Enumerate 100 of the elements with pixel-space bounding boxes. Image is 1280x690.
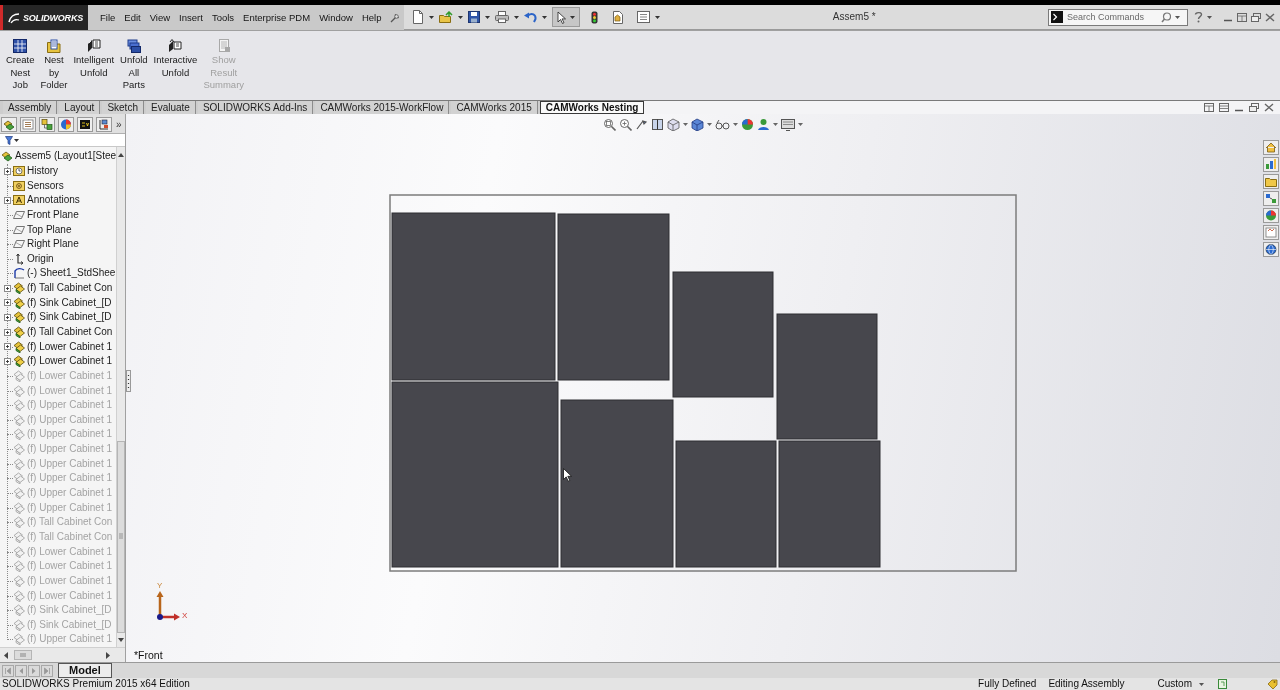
scroll-left-arrow-icon[interactable] bbox=[3, 651, 8, 659]
menu-item[interactable]: Tools bbox=[211, 11, 235, 24]
glasses-icon[interactable] bbox=[715, 118, 730, 131]
shaded-cube-icon[interactable] bbox=[691, 118, 704, 131]
tab[interactable]: CAMWorks Nesting bbox=[539, 101, 645, 114]
caret-icon[interactable] bbox=[1175, 15, 1180, 19]
pushpin-icon[interactable] bbox=[390, 12, 401, 23]
grid-sheet-icon[interactable] bbox=[13, 39, 28, 53]
tree-item-label[interactable]: (f) Tall Cabinet Con bbox=[27, 282, 113, 295]
caret-icon[interactable] bbox=[429, 15, 435, 19]
menu-item[interactable]: View bbox=[149, 11, 171, 24]
chart-window-icon[interactable] bbox=[1263, 225, 1279, 240]
unfold-icon[interactable] bbox=[86, 39, 101, 53]
tab[interactable]: CAMWorks 2015 bbox=[451, 101, 538, 114]
restore-icon[interactable] bbox=[1251, 12, 1261, 22]
tree-item-label[interactable]: Origin bbox=[27, 252, 54, 265]
pie-chart-icon[interactable] bbox=[58, 117, 74, 132]
pointer-icon[interactable] bbox=[557, 10, 567, 24]
close-icon[interactable] bbox=[1264, 103, 1274, 112]
tree-item-label[interactable]: (f) Sink Cabinet_[D bbox=[27, 311, 112, 324]
folder-icon[interactable] bbox=[1263, 174, 1279, 189]
zoom-in-icon[interactable] bbox=[619, 118, 632, 131]
bar-chart-icon[interactable] bbox=[1263, 157, 1279, 172]
pie-chart-icon[interactable] bbox=[741, 118, 754, 131]
tab[interactable]: Model bbox=[58, 663, 112, 678]
menu-item[interactable]: File bbox=[100, 11, 116, 24]
menu-item[interactable]: Enterprise PDM bbox=[243, 11, 311, 24]
wireframe-cube-icon[interactable] bbox=[667, 118, 680, 131]
caret-icon[interactable] bbox=[14, 138, 19, 142]
graphics-viewport[interactable]: Y X *Front bbox=[126, 114, 1280, 662]
tree-item-label[interactable]: Assem5 (Layout1[Stee bbox=[15, 150, 116, 163]
caret-icon[interactable] bbox=[514, 15, 520, 19]
tab[interactable]: CAMWorks 2015-WorkFlow bbox=[315, 101, 450, 114]
tab[interactable]: Evaluate bbox=[145, 101, 196, 114]
help-icon[interactable] bbox=[1194, 11, 1203, 23]
expand-icon[interactable] bbox=[4, 328, 11, 336]
search-icon[interactable] bbox=[1161, 11, 1171, 23]
scrollbar-thumb[interactable] bbox=[14, 650, 32, 660]
caret-icon[interactable] bbox=[655, 15, 661, 19]
folder-arrow-icon[interactable] bbox=[439, 11, 454, 23]
tile-windows-icon[interactable] bbox=[1219, 103, 1229, 112]
globe-icon[interactable] bbox=[1263, 242, 1279, 257]
close-icon[interactable] bbox=[1265, 12, 1275, 22]
scroll-right-arrow-icon[interactable] bbox=[106, 651, 111, 659]
tile-windows-icon[interactable] bbox=[1204, 103, 1214, 112]
tile-windows-icon[interactable] bbox=[1237, 12, 1247, 22]
blank-page-icon[interactable] bbox=[412, 10, 425, 24]
tree-blocks-icon[interactable] bbox=[96, 117, 112, 132]
tree-item-label[interactable]: (f) Lower Cabinet 1 bbox=[27, 355, 113, 368]
window-list-icon[interactable] bbox=[637, 11, 651, 23]
tree-item-label[interactable]: Annotations bbox=[27, 194, 80, 207]
tree-item-label[interactable]: Top Plane bbox=[27, 223, 72, 236]
caret-icon[interactable] bbox=[1199, 682, 1204, 686]
horizontal-scrollbar[interactable] bbox=[0, 647, 125, 662]
tree-item-label[interactable]: (f) Tall Cabinet Con bbox=[27, 326, 113, 338]
pen-arrow-icon[interactable] bbox=[635, 118, 648, 131]
scrollbar-thumb[interactable] bbox=[117, 441, 125, 633]
split-panel-icon[interactable] bbox=[651, 118, 664, 131]
caret-icon[interactable] bbox=[570, 15, 576, 19]
units-dropdown[interactable]: Custom bbox=[1157, 678, 1204, 690]
select-button[interactable] bbox=[552, 7, 581, 27]
tab[interactable]: Assembly bbox=[3, 101, 58, 114]
ribbon-button[interactable]: Unfold All Parts bbox=[117, 39, 151, 92]
caret-icon[interactable] bbox=[1207, 15, 1212, 19]
tree-item-label[interactable]: (f) Lower Cabinet 1 bbox=[27, 340, 113, 353]
unfold-arrow-icon[interactable] bbox=[168, 39, 183, 53]
tree-item-label[interactable]: Right Plane bbox=[27, 238, 79, 251]
ribbon-button[interactable]: Interactive Unfold bbox=[150, 39, 201, 79]
expand-icon[interactable] bbox=[4, 196, 11, 204]
person-icon[interactable] bbox=[757, 118, 770, 131]
monitor-icon[interactable] bbox=[781, 118, 795, 131]
caret-icon[interactable] bbox=[458, 15, 464, 19]
undo-arrow-icon[interactable] bbox=[524, 11, 538, 23]
tree-item-label[interactable]: Front Plane bbox=[27, 208, 79, 221]
vertical-scrollbar[interactable] bbox=[116, 147, 125, 647]
linked-squares-icon[interactable] bbox=[39, 117, 55, 132]
tree-item-label[interactable]: (f) Sink Cabinet_[D bbox=[27, 296, 112, 309]
more-tabs-button[interactable]: » bbox=[116, 119, 122, 132]
tree-item-label[interactable]: History bbox=[27, 164, 59, 177]
ribbon-button[interactable]: Nest by Folder bbox=[37, 39, 71, 92]
expand-icon[interactable] bbox=[4, 343, 11, 351]
stacked-sheets-icon[interactable] bbox=[126, 39, 141, 53]
zoom-fit-icon[interactable] bbox=[603, 118, 616, 131]
tab[interactable]: Layout bbox=[59, 101, 101, 114]
assembly-tree-icon[interactable] bbox=[1, 117, 17, 132]
home-icon[interactable] bbox=[1263, 140, 1279, 155]
restore-icon[interactable] bbox=[1249, 103, 1259, 112]
tag-icon[interactable] bbox=[1267, 679, 1278, 689]
search-bar[interactable]: Search Commands bbox=[1048, 8, 1188, 26]
ribbon-button[interactable]: Create Nest Job bbox=[3, 39, 38, 92]
caret-icon[interactable] bbox=[542, 15, 548, 19]
page-house-icon[interactable] bbox=[611, 10, 625, 24]
expand-icon[interactable] bbox=[4, 357, 11, 365]
pie-chart-icon[interactable] bbox=[1263, 208, 1279, 223]
menu-item[interactable]: Window bbox=[319, 11, 353, 24]
search-field[interactable]: Search Commands bbox=[1067, 11, 1157, 23]
menu-item[interactable]: Edit bbox=[124, 11, 141, 24]
expand-icon[interactable] bbox=[4, 284, 11, 292]
tree-item-label[interactable]: Sensors bbox=[27, 179, 64, 192]
status-page-icon[interactable] bbox=[1218, 679, 1227, 689]
